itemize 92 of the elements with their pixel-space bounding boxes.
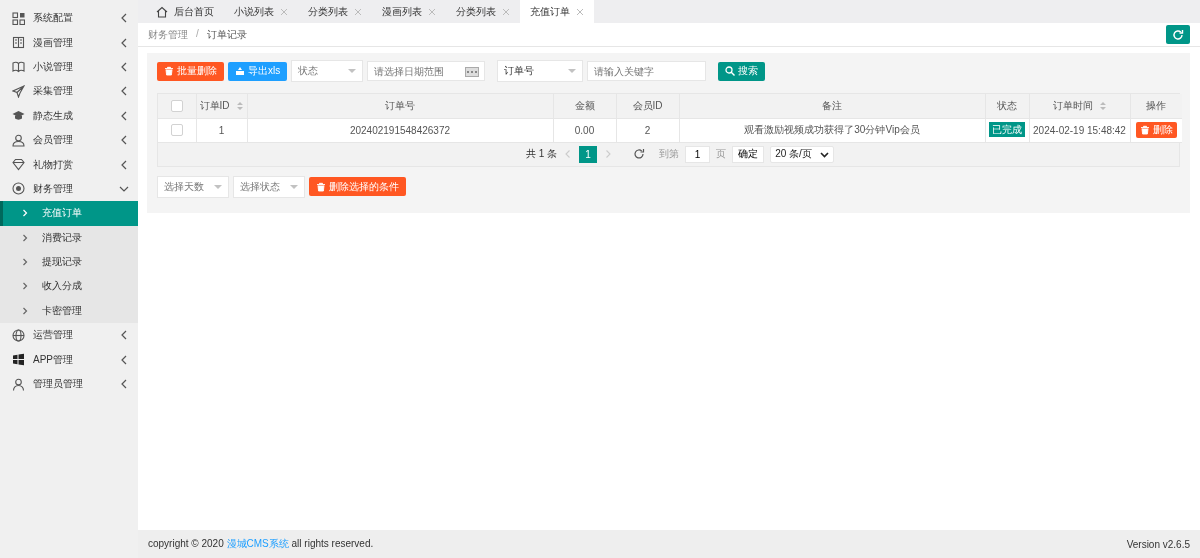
breadcrumb-separator: / bbox=[196, 27, 199, 41]
field-select[interactable]: 订单号 bbox=[497, 60, 584, 82]
sort-icon bbox=[1098, 101, 1107, 112]
export-icon bbox=[235, 66, 245, 76]
close-icon bbox=[428, 7, 436, 16]
goto-label: 到第 bbox=[659, 147, 680, 161]
sidebar-item[interactable]: 采集管理 bbox=[0, 79, 138, 104]
sidebar-subitem[interactable]: 卡密管理 bbox=[0, 298, 138, 324]
column-header: 会员ID bbox=[616, 94, 679, 118]
search-button[interactable]: 搜索 bbox=[718, 61, 766, 81]
book-icon bbox=[12, 36, 25, 50]
sidebar-subitem[interactable]: 提现记录 bbox=[0, 249, 138, 275]
sidebar-subitem[interactable]: 收入分成 bbox=[0, 274, 138, 299]
keyword-field[interactable]: 请输入关键字 bbox=[587, 61, 707, 81]
sidebar-item[interactable]: 漫画管理 bbox=[0, 30, 138, 55]
copyright-text: copyright © 2020 漫城CMS系统 all rights reserved. bbox=[148, 537, 374, 551]
paper-plane-icon bbox=[12, 84, 25, 98]
person-icon bbox=[12, 377, 25, 391]
tab[interactable]: 漫画列表 bbox=[372, 0, 446, 23]
windows-icon bbox=[12, 353, 25, 367]
sidebar-item[interactable]: 系统配置 bbox=[0, 6, 138, 31]
sidebar-item[interactable]: 管理员管理 bbox=[0, 371, 138, 397]
page-number-field[interactable]: 1 bbox=[685, 145, 711, 163]
sidebar-item[interactable]: 运营管理 bbox=[0, 323, 138, 348]
refresh-icon bbox=[1172, 28, 1184, 41]
sort-icon bbox=[235, 101, 244, 112]
trash-icon bbox=[316, 181, 326, 192]
chevron-right-icon bbox=[20, 281, 30, 292]
chevron-right-icon bbox=[20, 208, 30, 219]
user-icon bbox=[12, 133, 25, 147]
globe-icon bbox=[12, 328, 25, 342]
table-cell: 202402191548426372 bbox=[349, 124, 451, 136]
tab[interactable]: 分类列表 bbox=[446, 0, 520, 23]
close-icon bbox=[354, 7, 362, 16]
search-icon bbox=[725, 66, 736, 76]
refresh-button[interactable] bbox=[1166, 25, 1190, 44]
close-icon bbox=[502, 7, 510, 16]
refresh-icon[interactable] bbox=[633, 148, 646, 160]
column-header: 备注 bbox=[679, 94, 985, 118]
grid-icon bbox=[12, 11, 25, 25]
table-cell: 1 bbox=[218, 124, 225, 136]
date-range-field[interactable]: 请选择日期范围 bbox=[367, 61, 486, 81]
sidebar-item[interactable]: 静态生成 bbox=[0, 103, 138, 128]
column-header[interactable]: 订单ID bbox=[196, 94, 247, 118]
tab[interactable]: 后台首页 bbox=[146, 0, 224, 23]
calendar-icon bbox=[465, 67, 480, 77]
status-badge: 已完成 bbox=[989, 122, 1025, 137]
table-cell: 2 bbox=[644, 124, 651, 136]
column-header: 金额 bbox=[553, 94, 616, 118]
column-header: 订单号 bbox=[247, 94, 553, 118]
coin-icon bbox=[12, 182, 25, 196]
status-select[interactable]: 状态 bbox=[291, 60, 364, 82]
version-text: Version v2.6.5 bbox=[1126, 538, 1190, 550]
trash-icon bbox=[1139, 125, 1150, 135]
chevron-right-icon bbox=[20, 257, 30, 268]
sidebar-subitem[interactable]: 消费记录 bbox=[0, 225, 138, 250]
days-select[interactable]: 选择天数 bbox=[157, 175, 229, 198]
status-filter-select[interactable]: 选择状态 bbox=[233, 175, 305, 198]
tab[interactable]: 充值订单 bbox=[520, 0, 594, 23]
column-header: 状态 bbox=[985, 94, 1029, 118]
sidebar-item[interactable]: 礼物打赏 bbox=[0, 152, 138, 177]
close-icon bbox=[576, 7, 584, 16]
tab[interactable]: 分类列表 bbox=[298, 0, 372, 23]
sidebar-item[interactable]: 财务管理 bbox=[0, 176, 138, 202]
page-unit-label: 页 bbox=[716, 147, 727, 161]
home-icon bbox=[156, 5, 168, 18]
checkbox[interactable] bbox=[170, 99, 183, 112]
page-button[interactable]: 1 bbox=[579, 145, 598, 163]
column-header: 操作 bbox=[1130, 94, 1182, 118]
page-size-select[interactable]: 20 条/页 bbox=[770, 145, 834, 163]
checkbox[interactable] bbox=[170, 124, 183, 137]
open-book-icon bbox=[12, 60, 25, 74]
trash-icon bbox=[164, 66, 174, 76]
close-icon bbox=[280, 7, 288, 16]
total-count: 共 1 条 bbox=[526, 147, 558, 161]
table-cell: 0.00 bbox=[574, 124, 595, 136]
table-cell: 2024-02-19 15:48:42 bbox=[1033, 124, 1126, 136]
confirm-button[interactable]: 确定 bbox=[732, 145, 765, 163]
chevron-right-icon bbox=[20, 232, 30, 243]
sidebar-item[interactable]: 小说管理 bbox=[0, 54, 138, 80]
chevron-down-icon bbox=[819, 149, 829, 159]
tab[interactable]: 小说列表 bbox=[224, 0, 298, 23]
sidebar-subitem[interactable]: 充值订单 bbox=[0, 201, 138, 226]
column-header[interactable]: 订单时间 bbox=[1029, 94, 1130, 118]
sidebar-item[interactable]: 会员管理 bbox=[0, 127, 138, 153]
graduation-cap-icon bbox=[12, 109, 25, 123]
diamond-icon bbox=[12, 158, 25, 172]
breadcrumb-item[interactable]: 财务管理 bbox=[148, 27, 188, 42]
table-cell: 观看激励视频成功获得了30分钟Vip会员 bbox=[744, 124, 920, 135]
sidebar-item[interactable]: APP管理 bbox=[0, 347, 138, 372]
breadcrumb-item: 订单记录 bbox=[206, 27, 247, 42]
chevron-right-icon bbox=[20, 305, 30, 316]
